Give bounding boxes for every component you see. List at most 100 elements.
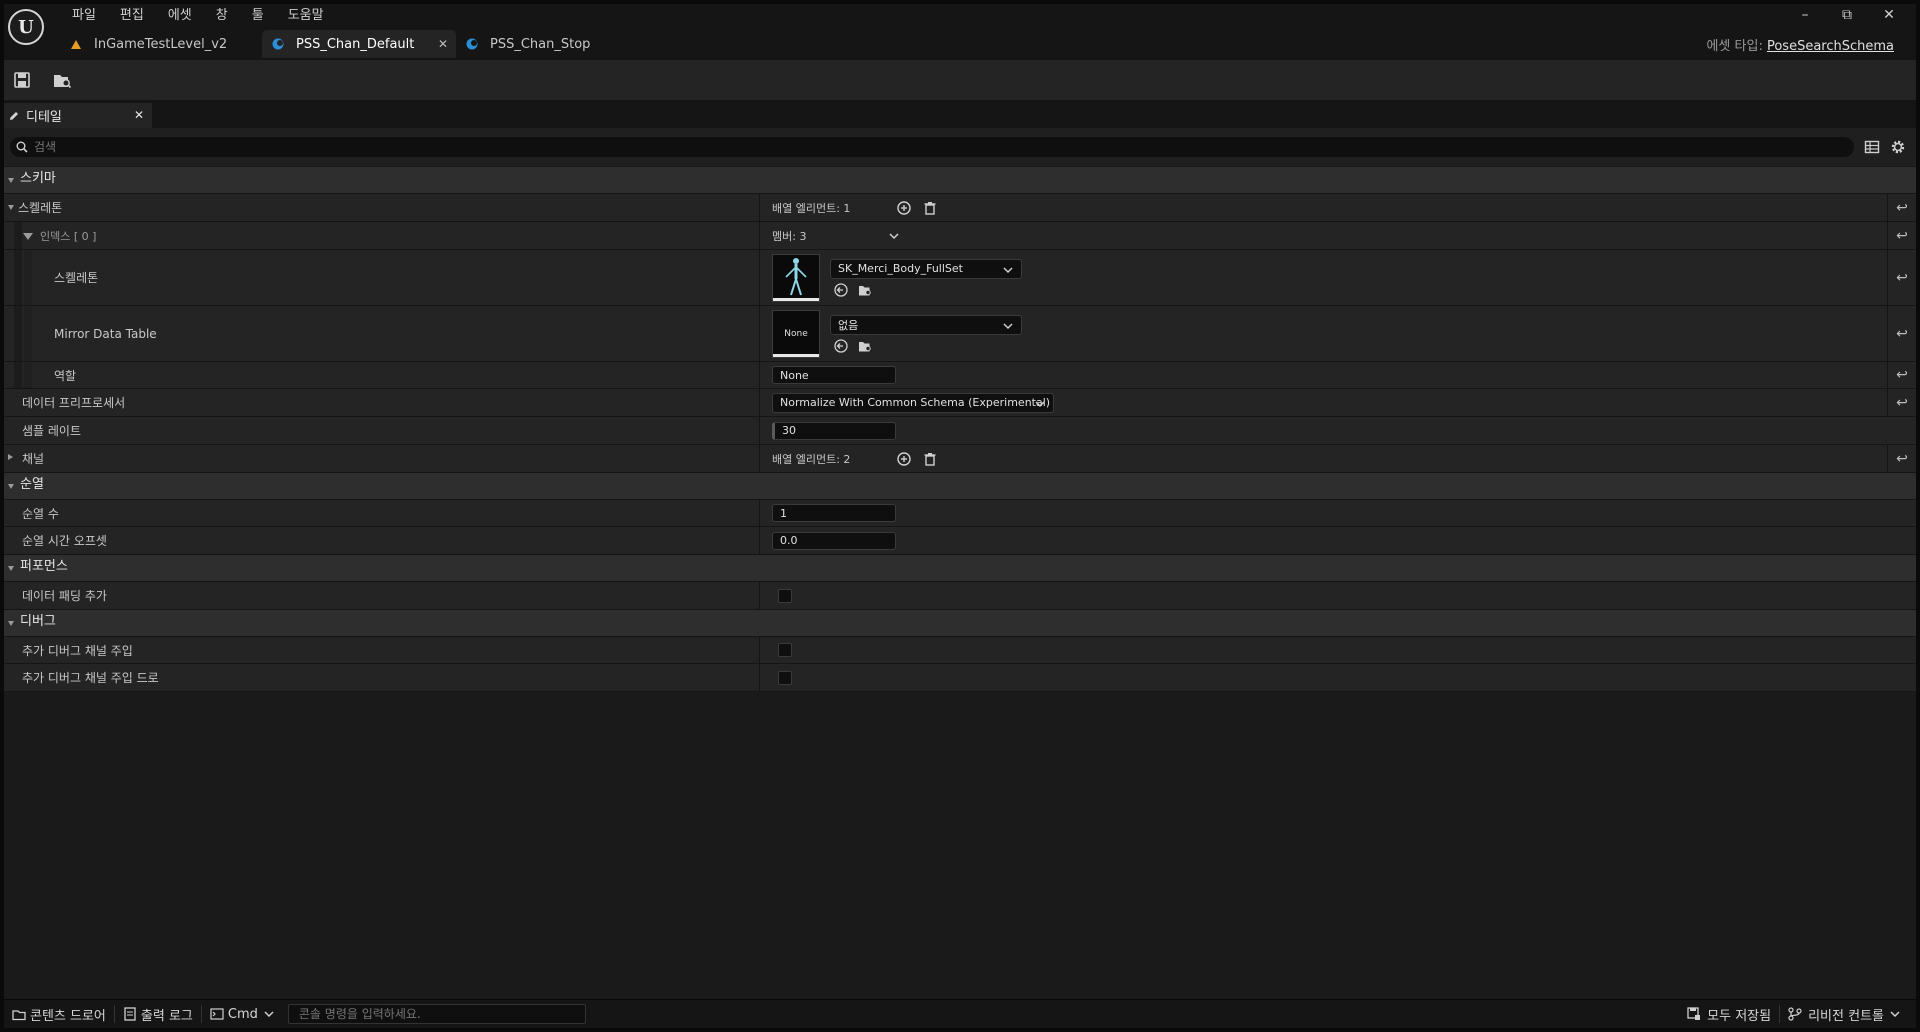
title-bar: U 파일 편집 에셋 창 툴 도움말 – ⧉ ✕ InGameTestLevel…: [4, 4, 1916, 60]
search-box: [10, 137, 1854, 157]
browse-to-asset-icon[interactable]: [52, 70, 72, 90]
collapsed-arrow-icon[interactable]: [8, 454, 13, 460]
restore-icon[interactable]: ⧉: [1826, 6, 1868, 24]
menu-tools[interactable]: 툴: [240, 8, 276, 24]
use-selected-icon[interactable]: [834, 282, 848, 297]
save-all-label: 모두 저장됨: [1707, 1008, 1772, 1024]
tab-ingametestlevel[interactable]: InGameTestLevel_v2: [60, 30, 262, 58]
search-input[interactable]: [32, 139, 1736, 155]
output-log-icon: [124, 1007, 136, 1021]
menu-file[interactable]: 파일: [60, 8, 108, 24]
expand-arrow-icon[interactable]: [8, 566, 14, 571]
trash-icon[interactable]: [922, 451, 938, 467]
category-debug[interactable]: 디버그: [4, 610, 1916, 637]
reset-to-default-icon[interactable]: ↩: [1887, 222, 1916, 249]
property-value-cell: [760, 582, 1916, 609]
asset-combo-mirror[interactable]: 없음: [830, 314, 1022, 335]
console-box: [287, 1004, 586, 1024]
sample-rate-input[interactable]: 30: [772, 421, 896, 440]
property-value-cell: 배열 엘리먼트: 1 ↩: [760, 194, 1916, 221]
role-input[interactable]: None: [772, 366, 896, 384]
tab-pss-chan-default[interactable]: PSS_Chan_Default ✕: [262, 30, 456, 58]
expand-arrow-icon[interactable]: [8, 178, 14, 183]
data-padding-checkbox[interactable]: [778, 588, 792, 603]
save-all-button[interactable]: 모두 저장됨: [1679, 1000, 1779, 1028]
reset-to-default-icon[interactable]: ↩: [1887, 306, 1916, 361]
property-name-cell: 샘플 레이트: [4, 417, 760, 444]
property-value-cell: None 없음 ↩: [760, 306, 1916, 361]
minimize-icon[interactable]: –: [1784, 6, 1826, 24]
category-schema[interactable]: 스키마: [4, 167, 1916, 194]
property-label: 역할: [54, 368, 77, 383]
reset-to-default-icon[interactable]: ↩: [1887, 194, 1916, 221]
close-panel-icon[interactable]: ✕: [134, 108, 144, 122]
property-name-cell: 순열 수: [4, 500, 760, 526]
add-element-icon[interactable]: [896, 200, 912, 216]
reset-to-default-icon[interactable]: ↩: [1887, 362, 1916, 388]
revision-control-button[interactable]: 리비전 컨트롤: [1780, 1000, 1908, 1028]
close-tab-icon[interactable]: ✕: [438, 37, 448, 51]
asset-combo-skeleton[interactable]: SK_Merci_Body_FullSet: [830, 258, 1022, 279]
use-selected-icon[interactable]: [834, 338, 848, 353]
trash-icon[interactable]: [922, 200, 938, 216]
property-name-cell: 인덱스 [ 0 ]: [4, 222, 760, 249]
expand-arrow-icon[interactable]: [23, 233, 33, 240]
add-element-icon[interactable]: [896, 451, 912, 467]
browse-asset-icon[interactable]: [858, 283, 872, 297]
browse-asset-icon[interactable]: [858, 339, 872, 353]
asset-thumbnail[interactable]: [772, 253, 820, 302]
property-name-cell: 스켈레톤: [4, 194, 760, 221]
terminal-icon: [210, 1008, 224, 1020]
inject-debug-draw-checkbox[interactable]: [778, 670, 792, 685]
search-icon: [16, 141, 28, 153]
num-permutations-input[interactable]: 1: [772, 504, 896, 522]
asset-picker-group: SK_Merci_Body_FullSet: [830, 258, 1022, 297]
console-input[interactable]: [296, 1006, 581, 1022]
tab-pss-chan-stop[interactable]: PSS_Chan_Stop: [456, 30, 620, 58]
indent-guide: [14, 222, 22, 249]
menu-help[interactable]: 도움말: [276, 8, 336, 24]
cmd-label: Cmd: [227, 1006, 258, 1022]
window-controls: – ⧉ ✕: [1784, 6, 1910, 24]
reset-to-default-icon[interactable]: ↩: [1887, 389, 1916, 416]
category-performance[interactable]: 퍼포먼스: [4, 555, 1916, 582]
property-mirror-data-table: Mirror Data Table None 없음 ↩: [4, 306, 1916, 362]
asset-type-link[interactable]: PoseSearchSchema: [1767, 39, 1894, 54]
asset-thumbnail[interactable]: None: [772, 309, 820, 358]
property-matrix-icon[interactable]: [1864, 139, 1880, 155]
reset-to-default-icon[interactable]: ↩: [1887, 250, 1916, 305]
cmd-dropdown[interactable]: Cmd: [202, 1000, 282, 1028]
output-log-button[interactable]: 출력 로그: [115, 1000, 201, 1028]
content-drawer-icon: [12, 1010, 26, 1021]
menu-asset[interactable]: 에셋: [156, 8, 204, 24]
tab-details[interactable]: 디테일 ✕: [4, 103, 152, 128]
menu-window[interactable]: 창: [204, 8, 240, 24]
property-value-cell: SK_Merci_Body_FullSet ↩: [760, 250, 1916, 305]
close-window-icon[interactable]: ✕: [1868, 6, 1910, 24]
chevron-down-icon[interactable]: [888, 230, 900, 242]
permutation-offset-input[interactable]: 0.0: [772, 531, 896, 550]
expand-arrow-icon[interactable]: [8, 484, 14, 489]
preprocessor-combo[interactable]: Normalize With Common Schema (Experiment…: [772, 392, 1054, 413]
property-label: 데이터 패딩 추가: [22, 589, 107, 603]
expand-arrow-icon[interactable]: [8, 205, 14, 210]
property-value-cell: 1: [760, 500, 1916, 526]
save-icon[interactable]: [12, 70, 32, 90]
toolbar: [4, 60, 1916, 101]
category-title: 디버그: [20, 614, 56, 629]
category-permutation[interactable]: 순열: [4, 473, 1916, 500]
inject-debug-checkbox[interactable]: [778, 643, 792, 657]
indent-guide: [14, 362, 22, 388]
property-name-cell: 순열 시간 오프셋: [4, 527, 760, 554]
chevron-down-icon: [1003, 266, 1013, 273]
schema-icon: [466, 38, 478, 50]
asset-picker-group: 없음: [830, 314, 1022, 353]
unreal-logo-icon[interactable]: U: [8, 9, 44, 45]
menu-edit[interactable]: 편집: [108, 8, 156, 24]
property-label: 스켈레톤: [54, 271, 99, 285]
asset-type-bar: [773, 297, 819, 301]
expand-arrow-icon[interactable]: [8, 621, 14, 626]
gear-icon[interactable]: [1890, 139, 1906, 155]
content-drawer-button[interactable]: 콘텐츠 드로어: [4, 1000, 114, 1028]
reset-to-default-icon[interactable]: ↩: [1887, 445, 1916, 472]
